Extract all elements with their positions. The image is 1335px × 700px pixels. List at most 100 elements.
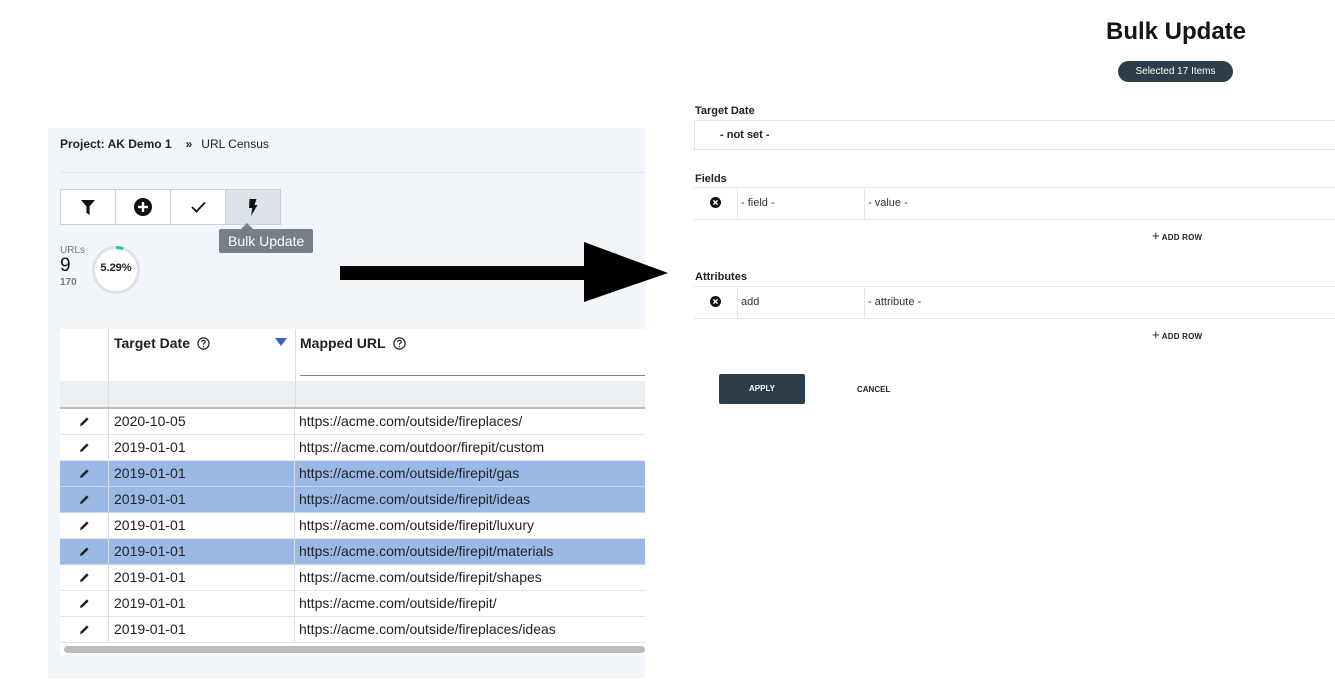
table-row[interactable]: 2019-01-01 https://acme.com/outside/firep…: [60, 513, 645, 539]
plus-circle-icon: [134, 198, 152, 216]
url-census-panel: Project: AK Demo 1 » URL Census Bulk Updat…: [48, 128, 645, 678]
table-row[interactable]: 2019-01-01 https://acme.com/outside/firep…: [60, 617, 645, 643]
target-date-cell[interactable]: 2019-01-01: [109, 513, 295, 538]
breadcrumb-separator: »: [185, 137, 193, 151]
bulk-update-tooltip: Bulk Update: [219, 223, 314, 253]
selected-count-badge: Selected 17 Items: [1118, 61, 1233, 82]
field-row: - field - - value -: [694, 187, 1335, 220]
header-edit-column: [60, 329, 109, 381]
table-row[interactable]: 2019-01-01 https://acme.com/outdoor/firep…: [60, 435, 645, 461]
table-row[interactable]: 2019-01-01 https://acme.com/outside/firep…: [60, 539, 645, 565]
breadcrumb: Project: AK Demo 1 » URL Census: [60, 137, 269, 151]
mapped-url-cell[interactable]: https://acme.com/outside/firepit/: [295, 591, 645, 616]
edit-cell[interactable]: [60, 539, 109, 564]
mapped-url-cell[interactable]: https://acme.com/outside/fireplaces/: [295, 409, 645, 434]
grid-body: 2020-10-05 https://acme.com/outside/firep…: [60, 409, 645, 643]
edit-cell[interactable]: [60, 591, 109, 616]
attribute-select[interactable]: - attribute -: [868, 287, 921, 317]
table-row[interactable]: 2020-10-05 https://acme.com/outside/firep…: [60, 409, 645, 435]
target-date-cell[interactable]: 2019-01-01: [109, 435, 295, 460]
fields-add-row-label: ADD ROW: [1161, 233, 1203, 242]
add-button[interactable]: [116, 190, 171, 224]
edit-cell[interactable]: [60, 409, 109, 434]
scrollbar-thumb[interactable]: [64, 646, 645, 653]
cancel-button[interactable]: CANCEL: [857, 385, 890, 394]
mapped-url-header-label: Mapped URL: [300, 335, 386, 351]
grid-header: Target Date Mapped URL: [60, 329, 645, 381]
edit-cell[interactable]: [60, 565, 109, 590]
breadcrumb-divider: [60, 172, 645, 173]
breadcrumb-project[interactable]: Project: AK Demo 1: [60, 137, 172, 151]
stats-count: 9: [60, 255, 71, 276]
fields-label: Fields: [695, 173, 727, 185]
target-date-header-label: Target Date: [114, 335, 190, 351]
check-icon: [190, 201, 206, 213]
pencil-icon[interactable]: [79, 624, 90, 635]
url-grid: Target Date Mapped URL 2020-10-05 https:/…: [60, 329, 645, 643]
attributes-add-row-button[interactable]: + ADD ROW: [1152, 327, 1202, 342]
url-filter-underline: [300, 375, 645, 376]
url-stats: URLs 9 170: [60, 245, 85, 288]
edit-cell[interactable]: [60, 461, 109, 486]
sort-descending-icon[interactable]: [275, 338, 287, 346]
edit-cell[interactable]: [60, 435, 109, 460]
mapped-url-cell[interactable]: https://acme.com/outside/firepit/ideas: [295, 487, 645, 512]
mapped-url-cell[interactable]: https://acme.com/outside/firepit/shapes: [295, 565, 645, 590]
field-select[interactable]: - field -: [737, 188, 865, 219]
edit-cell[interactable]: [60, 617, 109, 642]
attribute-action-select[interactable]: add: [737, 287, 865, 318]
pencil-icon[interactable]: [79, 416, 90, 427]
filter-button[interactable]: [61, 190, 116, 224]
target-date-cell[interactable]: 2019-01-01: [109, 565, 295, 590]
attributes-add-row-label: ADD ROW: [1161, 332, 1203, 341]
help-circle-icon[interactable]: [392, 337, 406, 350]
target-date-cell[interactable]: 2019-01-01: [109, 461, 295, 486]
table-row[interactable]: 2019-01-01 https://acme.com/outside/firep…: [60, 461, 645, 487]
mapped-url-cell[interactable]: https://acme.com/outside/fireplaces/idea…: [295, 617, 645, 642]
pencil-icon[interactable]: [79, 546, 90, 557]
fields-add-row-button[interactable]: + ADD ROW: [1152, 228, 1202, 243]
pencil-icon[interactable]: [79, 494, 90, 505]
target-date-label: Target Date: [695, 105, 755, 117]
grid-toolbar: [60, 189, 281, 225]
right-arrow: [340, 242, 668, 302]
grid-filter-row: [60, 381, 645, 409]
target-date-cell[interactable]: 2019-01-01: [109, 591, 295, 616]
target-date-field[interactable]: - not set -: [694, 120, 1335, 150]
target-date-cell[interactable]: 2019-01-01: [109, 487, 295, 512]
pencil-icon[interactable]: [79, 572, 90, 583]
filter-icon: [81, 199, 95, 215]
check-button[interactable]: [171, 190, 226, 224]
edit-cell[interactable]: [60, 513, 109, 538]
stats-total: 170: [60, 277, 77, 288]
value-select[interactable]: - value -: [868, 188, 908, 218]
edit-cell[interactable]: [60, 487, 109, 512]
mapped-url-cell[interactable]: https://acme.com/outside/firepit/luxury: [295, 513, 645, 538]
target-date-cell[interactable]: 2020-10-05: [109, 409, 295, 434]
remove-row-icon[interactable]: [710, 296, 721, 307]
attribute-row: add - attribute -: [694, 286, 1335, 319]
mapped-url-cell[interactable]: https://acme.com/outside/firepit/gas: [295, 461, 645, 486]
table-row[interactable]: 2019-01-01 https://acme.com/outside/firep…: [60, 487, 645, 513]
help-circle-icon[interactable]: [197, 337, 210, 350]
pencil-icon[interactable]: [79, 468, 90, 479]
remove-row-icon[interactable]: [710, 197, 721, 208]
target-date-cell[interactable]: 2019-01-01: [109, 617, 295, 642]
target-date-cell[interactable]: 2019-01-01: [109, 539, 295, 564]
attributes-label: Attributes: [695, 271, 747, 283]
pencil-icon[interactable]: [79, 520, 90, 531]
mapped-url-cell[interactable]: https://acme.com/outdoor/firepit/custom: [295, 435, 645, 460]
date-filter-cell[interactable]: [109, 381, 296, 407]
pencil-icon[interactable]: [79, 598, 90, 609]
header-target-date[interactable]: Target Date: [109, 329, 296, 381]
table-row[interactable]: 2019-01-01 https://acme.com/outside/firep…: [60, 591, 645, 617]
header-mapped-url[interactable]: Mapped URL: [296, 329, 645, 381]
apply-button[interactable]: APPLY: [719, 374, 805, 404]
pencil-icon[interactable]: [79, 442, 90, 453]
progress-gauge-label: 5.29%: [100, 262, 132, 274]
bulk-update-button[interactable]: [226, 190, 280, 224]
mapped-url-cell[interactable]: https://acme.com/outside/firepit/materia…: [295, 539, 645, 564]
horizontal-scrollbar[interactable]: [60, 643, 645, 655]
breadcrumb-page: URL Census: [201, 137, 269, 151]
table-row[interactable]: 2019-01-01 https://acme.com/outside/firep…: [60, 565, 645, 591]
